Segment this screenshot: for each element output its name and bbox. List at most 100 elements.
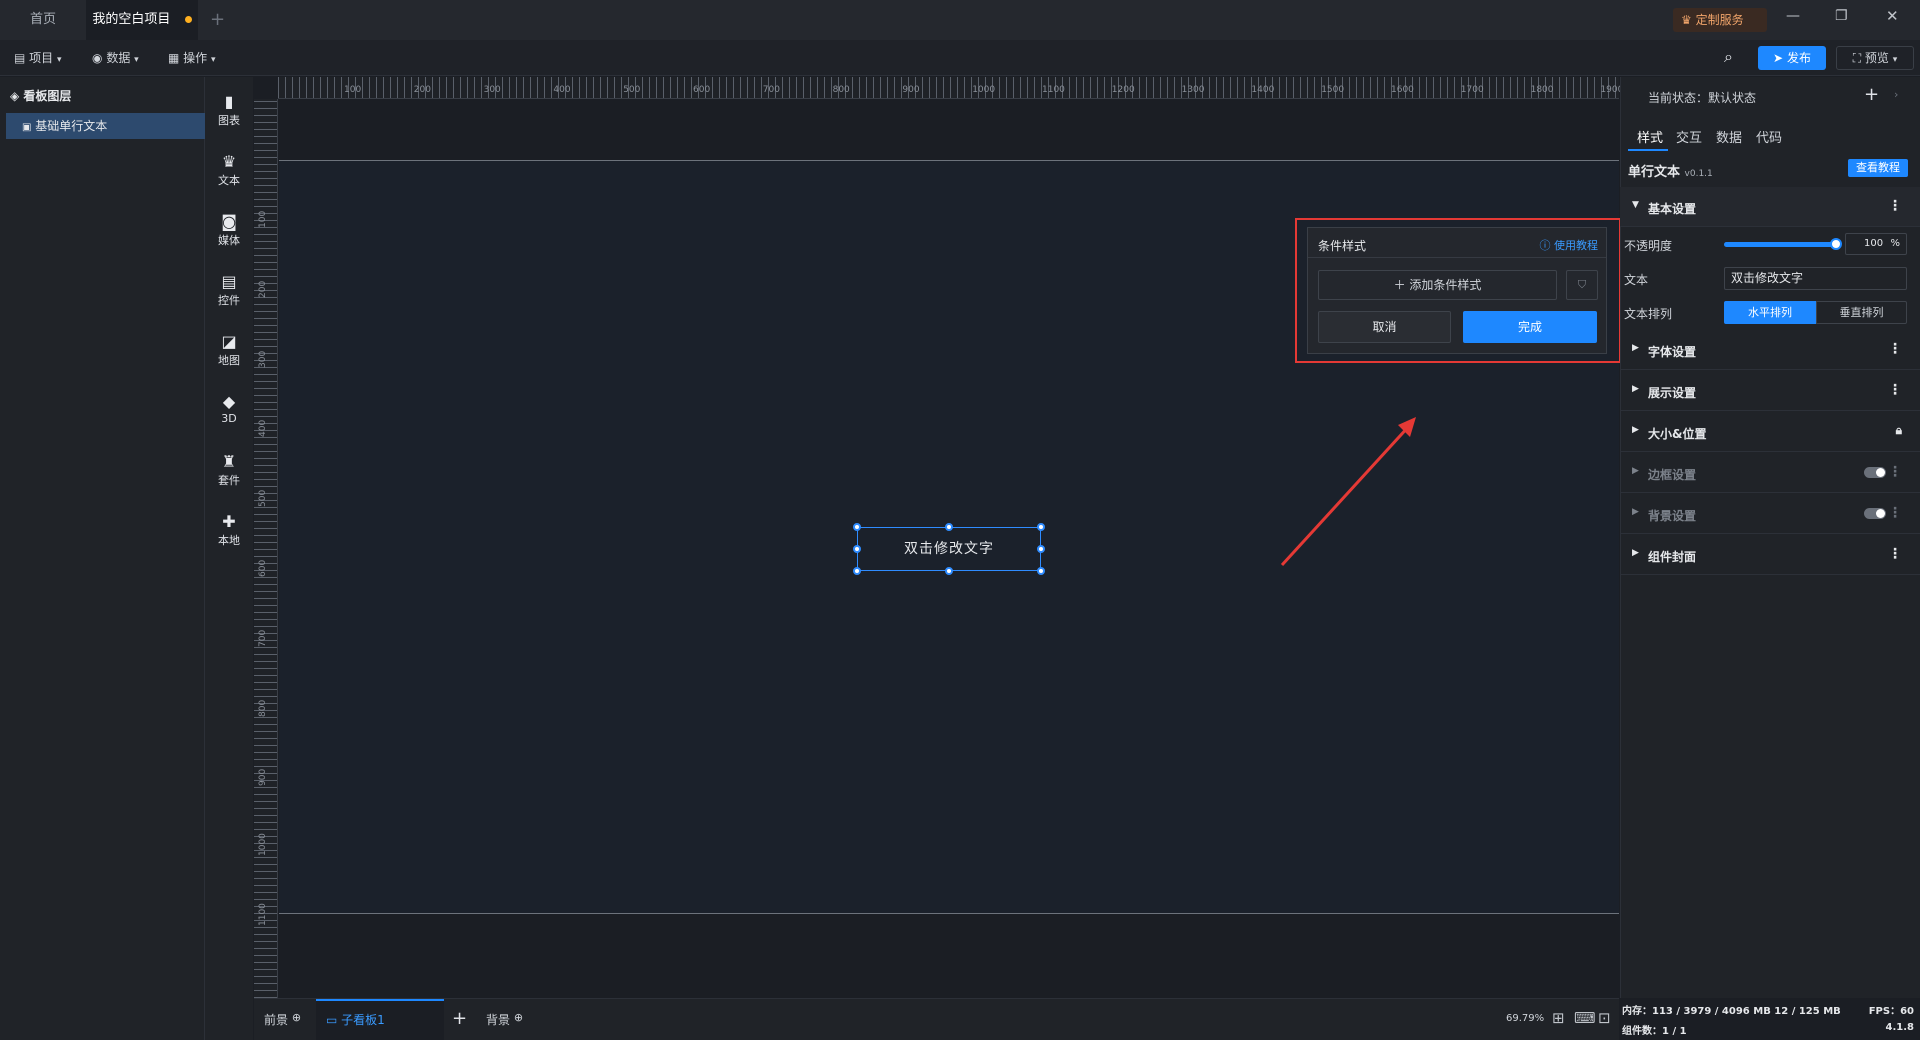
fps-status: FPS：60 <box>1868 1006 1914 1017</box>
resize-handle[interactable] <box>945 567 953 575</box>
background-tab[interactable]: 背景 ⊕ <box>486 1011 523 1028</box>
section-font[interactable]: ▶ 字体设置 ⋮ <box>1620 330 1920 370</box>
add-circle-icon[interactable]: ⊕ <box>292 1011 301 1024</box>
section-cover[interactable]: ▶ 组件封面 ⋮ <box>1620 535 1920 575</box>
app-version: 4.1.8 <box>1885 1022 1914 1033</box>
text-input[interactable]: 双击修改文字 <box>1724 267 1907 290</box>
resize-handle[interactable] <box>853 523 861 531</box>
ruler-tick-label: 700 <box>762 85 780 95</box>
status-bar: 内存：113 / 3979 / 4096 MB 12 / 125 MB FPS：… <box>1620 998 1920 1040</box>
add-circle-icon[interactable]: ⊕ <box>514 1011 523 1024</box>
monitor-icon: ▭ <box>326 1013 338 1027</box>
done-button[interactable]: 完成 <box>1463 311 1597 343</box>
close-icon[interactable]: ✕ <box>1886 7 1899 25</box>
more-icon[interactable]: ⋮ <box>1888 198 1902 214</box>
data-menu[interactable]: ◉ 数据 ▾ <box>92 48 139 68</box>
category-text[interactable]: ♛ 文本 <box>205 146 253 200</box>
tutorial-link[interactable]: ⓘ 使用教程 <box>1540 237 1599 253</box>
more-icon[interactable]: ⋮ <box>1888 546 1902 562</box>
add-tab-icon[interactable]: + <box>210 9 225 30</box>
tutorial-link-label: 使用教程 <box>1554 239 1598 252</box>
resize-handle[interactable] <box>945 523 953 531</box>
minimize-icon[interactable]: — <box>1786 8 1800 24</box>
fit-screen-icon[interactable]: ⊞ <box>1552 1009 1565 1027</box>
component-title: 单行文本 v0.1.1 <box>1628 161 1713 180</box>
text-layer-icon: ▣ <box>22 122 32 133</box>
tab-style[interactable]: 样式 <box>1637 127 1663 146</box>
preview-button[interactable]: ⛶ 预览 ▾ <box>1836 46 1914 70</box>
resize-handle[interactable] <box>853 545 861 553</box>
category-local[interactable]: ✚ 本地 <box>205 506 253 560</box>
selected-text-component[interactable]: 双击修改文字 <box>857 527 1041 571</box>
category-control[interactable]: ▤ 控件 <box>205 266 253 320</box>
more-icon[interactable]: ⋮ <box>1888 382 1902 398</box>
filter-icon[interactable]: ⛉ <box>1566 270 1598 300</box>
arrange-label: 文本排列 <box>1624 307 1673 321</box>
category-map[interactable]: ◪ 地图 <box>205 326 253 380</box>
custom-service-button[interactable]: ♛ 定制服务 <box>1673 8 1767 32</box>
preview-label: 预览 <box>1864 51 1889 65</box>
tab-home[interactable]: 首页 <box>0 0 86 40</box>
horizontal-arrange-button[interactable]: 水平排列 <box>1724 301 1816 324</box>
resize-handle[interactable] <box>1037 523 1045 531</box>
ruler-tick-label: 100 <box>258 210 268 228</box>
search-icon[interactable]: ⌕ <box>1724 47 1733 67</box>
category-3d[interactable]: ◆ 3D <box>205 386 253 440</box>
lock-icon[interactable]: 🔒︎ <box>1896 423 1902 438</box>
keyboard-icon[interactable]: ⌨ <box>1574 1009 1596 1027</box>
foreground-tab[interactable]: 前景 ⊕ <box>264 1011 301 1028</box>
section-label: 边框设置 <box>1648 468 1697 482</box>
publish-button[interactable]: ➤ 发布 <box>1758 46 1826 70</box>
more-icon[interactable]: ⋮ <box>1888 341 1902 357</box>
popup-title: 条件样式 <box>1318 239 1367 253</box>
section-display[interactable]: ▶ 展示设置 ⋮ <box>1620 371 1920 411</box>
tab-data[interactable]: 数据 <box>1716 127 1742 146</box>
cancel-button[interactable]: 取消 <box>1318 311 1451 343</box>
chevron-right-icon[interactable]: › <box>1894 88 1898 101</box>
shirt-icon: ♜ <box>221 452 237 471</box>
opacity-slider[interactable] <box>1724 238 1842 250</box>
layer-item[interactable]: ▣ 基础单行文本 <box>6 113 205 139</box>
add-state-icon[interactable]: + <box>1864 84 1879 105</box>
subboard-label: 子看板1 <box>341 1013 385 1027</box>
component-name: 单行文本 <box>1628 165 1681 180</box>
category-kit[interactable]: ♜ 套件 <box>205 446 253 500</box>
ruler-tick-label: 1600 <box>1391 85 1414 95</box>
opacity-slider-handle[interactable] <box>1830 238 1842 250</box>
layer-panel: ◈ 看板图层 ▣ 基础单行文本 <box>0 77 205 1040</box>
project-menu[interactable]: ▤ 项目 ▾ <box>14 48 62 68</box>
resize-handle[interactable] <box>1037 545 1045 553</box>
view-tutorial-button[interactable]: 查看教程 <box>1848 159 1908 177</box>
add-condition-style-button[interactable]: ＋ 添加条件样式 <box>1318 270 1557 300</box>
resize-handle[interactable] <box>1037 567 1045 575</box>
background-toggle[interactable] <box>1864 508 1886 519</box>
component-version: v0.1.1 <box>1684 169 1713 179</box>
ruler-tick-label: 100 <box>344 85 362 95</box>
tab-interaction[interactable]: 交互 <box>1676 127 1702 146</box>
border-toggle[interactable] <box>1864 467 1886 478</box>
zoom-level[interactable]: 69.79% <box>1506 1013 1544 1024</box>
section-border[interactable]: ▶ 边框设置 ⋮ <box>1620 453 1920 493</box>
resize-handle[interactable] <box>853 567 861 575</box>
subboard-tab[interactable]: ▭ 子看板1 <box>316 999 444 1040</box>
tab-project[interactable]: 我的空白项目 <box>86 0 198 40</box>
ruler-left <box>254 99 278 998</box>
operate-menu[interactable]: ▦ 操作 ▾ <box>168 48 216 68</box>
terminal-icon[interactable]: ⊡ <box>1598 1009 1611 1027</box>
section-background[interactable]: ▶ 背景设置 ⋮ <box>1620 494 1920 534</box>
divider <box>1308 257 1606 258</box>
category-label: 图表 <box>218 114 240 127</box>
add-board-icon[interactable]: + <box>452 1008 467 1029</box>
tab-code[interactable]: 代码 <box>1756 127 1782 146</box>
more-icon[interactable]: ⋮ <box>1888 505 1902 521</box>
ruler-tick-label: 500 <box>258 490 268 508</box>
more-icon[interactable]: ⋮ <box>1888 464 1902 480</box>
category-chart[interactable]: ▮ 图表 <box>205 86 253 140</box>
restore-icon[interactable]: ❐ <box>1835 8 1848 24</box>
vertical-arrange-button[interactable]: 垂直排列 <box>1816 301 1907 324</box>
opacity-input[interactable]: 100 % <box>1845 233 1907 255</box>
section-size-position[interactable]: ▶ 大小&位置 🔒︎ <box>1620 412 1920 452</box>
category-media[interactable]: ◙ 媒体 <box>205 206 253 260</box>
data-menu-label: 数据 <box>106 51 131 65</box>
section-basic[interactable]: ▼ 基本设置 ⋮ <box>1620 187 1920 227</box>
